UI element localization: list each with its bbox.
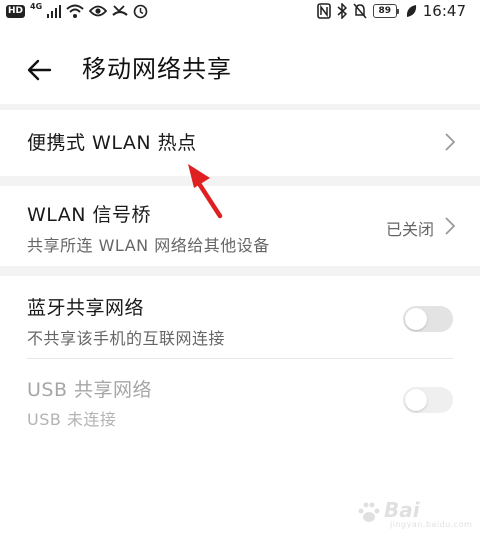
back-arrow-icon — [27, 59, 52, 81]
watermark-sub: jingyan.baidu.com — [390, 520, 473, 529]
status-clock: 16:47 — [422, 2, 466, 20]
chevron-right-icon — [445, 133, 456, 151]
battery-level: 89 — [372, 4, 397, 18]
toggle-knob — [405, 389, 427, 411]
nfc-icon — [316, 3, 331, 19]
back-button[interactable] — [22, 54, 62, 86]
wlan-bridge-row[interactable]: WLAN 信号桥 共享所连 WLAN 网络给其他设备 已关闭 — [0, 186, 480, 266]
usb-tethering-toggle — [403, 387, 453, 413]
bluetooth-tethering-title: 蓝牙共享网络 — [27, 297, 145, 319]
annotation-arrow — [188, 164, 223, 219]
battery-tip — [396, 8, 399, 14]
status-bar: HD 4G 89 16:47 — [0, 0, 480, 22]
leaf-icon — [406, 5, 416, 17]
network-type-label: 4G — [30, 2, 43, 11]
usb-tethering-row: USB 共享网络 USB 未连接 — [0, 359, 480, 441]
battery-indicator: 89 — [372, 4, 399, 18]
bluetooth-tethering-row[interactable]: 蓝牙共享网络 不共享该手机的互联网连接 — [0, 276, 480, 358]
watermark-brand: Bai — [384, 498, 420, 522]
sync-icon — [133, 4, 148, 18]
section-divider — [0, 266, 480, 276]
bluetooth-tethering-toggle[interactable] — [403, 306, 453, 332]
wlan-hotspot-row[interactable]: 便携式 WLAN 热点 — [0, 110, 480, 176]
section-divider — [0, 176, 480, 186]
bluetooth-tethering-subtitle: 不共享该手机的互联网连接 — [27, 329, 226, 348]
paw-icon — [358, 502, 380, 522]
wlan-bridge-status: 已关闭 — [385, 220, 434, 239]
page-title: 移动网络共享 — [82, 55, 232, 83]
status-bar-right: 89 16:47 — [316, 2, 466, 20]
eye-comfort-icon — [89, 5, 108, 17]
bluetooth-icon — [337, 3, 347, 19]
app-header: 移动网络共享 — [0, 46, 480, 92]
missed-call-icon — [112, 5, 128, 16]
watermark-logo: Bai jingyan.baidu.com — [356, 498, 472, 530]
usb-tethering-subtitle: USB 未连接 — [27, 410, 117, 429]
toggle-knob — [405, 308, 427, 330]
signal-icon — [47, 4, 62, 18]
status-bar-left: HD 4G — [6, 2, 148, 20]
chevron-right-icon — [445, 217, 456, 235]
wifi-icon — [66, 4, 84, 18]
usb-tethering-title: USB 共享网络 — [27, 379, 153, 401]
hd-badge: HD — [6, 4, 26, 18]
wlan-bridge-title: WLAN 信号桥 — [27, 204, 152, 226]
wlan-hotspot-title: 便携式 WLAN 热点 — [27, 132, 197, 154]
mute-bell-icon — [353, 3, 367, 19]
wlan-bridge-subtitle: 共享所连 WLAN 网络给其他设备 — [27, 236, 270, 255]
